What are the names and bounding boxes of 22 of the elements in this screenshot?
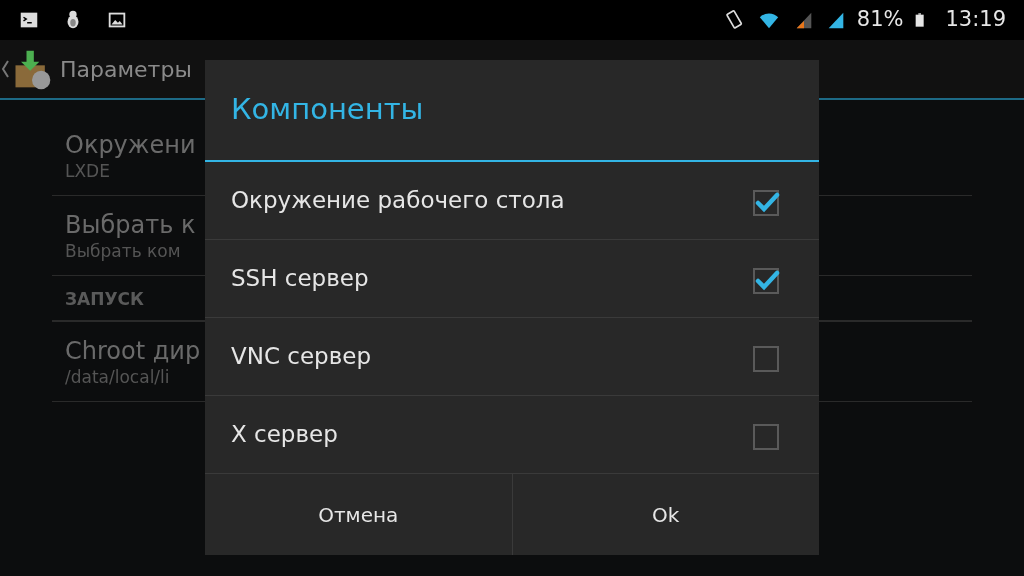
screen-title: Параметры	[60, 55, 192, 84]
item-summary: LXDE	[65, 159, 110, 182]
battery-percent: 81%	[856, 6, 904, 34]
item-title: Окружени	[65, 129, 196, 160]
item-summary: Выбрать ком	[65, 239, 181, 262]
back-caret-icon	[0, 58, 10, 80]
option-label: VNC сервер	[231, 342, 371, 372]
item-title: Chroot дир	[65, 335, 201, 366]
item-summary: /data/local/li	[65, 365, 170, 388]
dialog-button[interactable]: Ok	[511, 474, 819, 555]
option-row[interactable]: SSH сервер	[205, 240, 819, 318]
option-label: Окружение рабочего стола	[231, 186, 565, 216]
section-header: ЗАПУСК	[65, 287, 144, 311]
option-row[interactable]: X сервер	[205, 396, 819, 474]
option-label: X сервер	[231, 420, 338, 450]
option-row[interactable]: VNC сервер	[205, 318, 819, 396]
option-row[interactable]: Окружение рабочего стола	[205, 162, 819, 240]
item-title: Выбрать к	[65, 209, 196, 240]
dialog-button[interactable]: Отмена	[205, 474, 512, 555]
option-label: SSH сервер	[231, 264, 369, 294]
clock: 13:19	[945, 6, 1006, 34]
dialog-title: Компоненты	[231, 91, 424, 129]
